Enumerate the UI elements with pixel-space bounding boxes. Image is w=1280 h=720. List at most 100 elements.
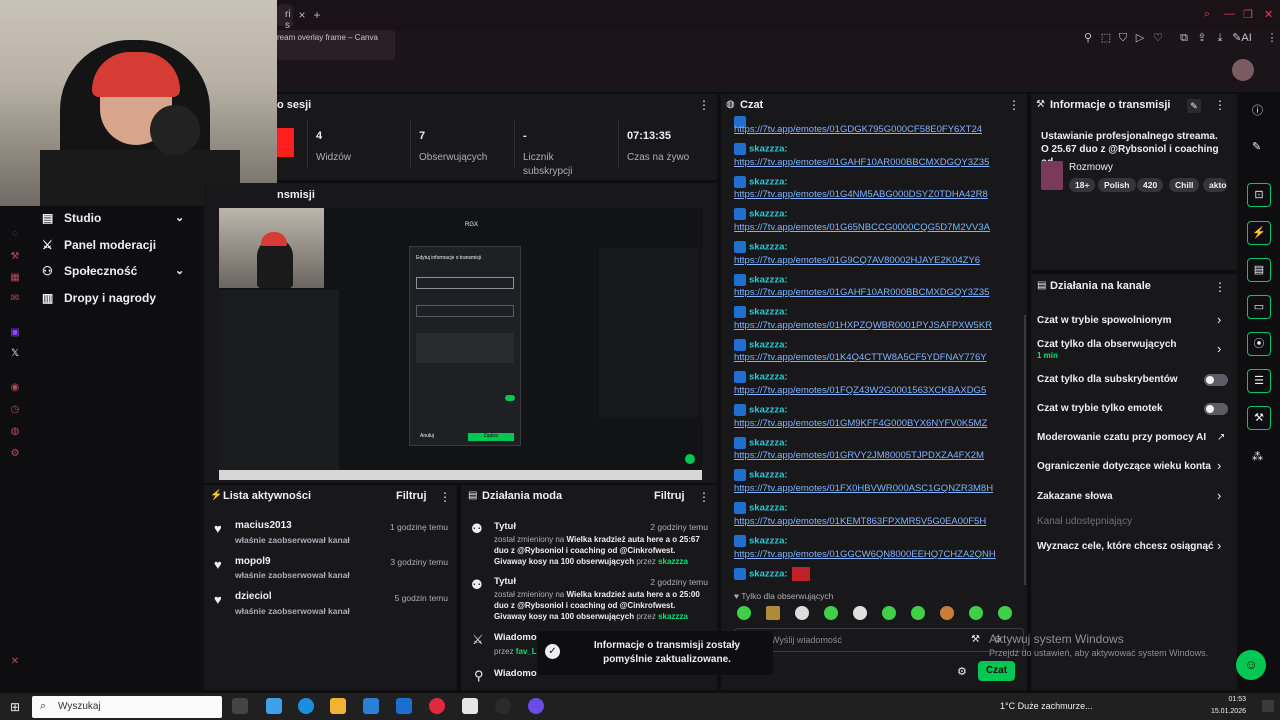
- chat-link[interactable]: https://7tv.app/emotes/01GAHF10AR000BBCM…: [734, 157, 989, 168]
- outlook-icon[interactable]: [396, 698, 412, 714]
- file-explorer-icon[interactable]: [330, 698, 346, 714]
- chat-link[interactable]: https://7tv.app/emotes/01KEMT863FPXMR5V5…: [734, 516, 986, 527]
- activity-menu-icon[interactable]: ⋮: [439, 490, 451, 504]
- emote-icon[interactable]: [737, 606, 751, 620]
- chat-username[interactable]: skazzza:: [749, 405, 788, 416]
- avatar[interactable]: [1232, 59, 1254, 81]
- activity-filter-button[interactable]: Filtruj: [396, 490, 427, 502]
- chat-input[interactable]: Wyślij wiadomość ⚒ ☺: [734, 628, 1024, 652]
- weather-widget[interactable]: 1°C Duże zachmurze...: [1000, 701, 1093, 711]
- emote-icon[interactable]: [940, 606, 954, 620]
- windows-start-icon[interactable]: ⊞: [10, 700, 20, 714]
- chevron-right-icon[interactable]: ›: [1217, 312, 1221, 327]
- edge-icon[interactable]: [298, 698, 314, 714]
- emote-icon[interactable]: [911, 606, 925, 620]
- chat-link[interactable]: https://7tv.app/emotes/01GGCW6QN8000EEHQ…: [734, 549, 996, 560]
- chat-send-button[interactable]: Czat: [978, 661, 1015, 681]
- mod-menu-icon[interactable]: ⋮: [698, 490, 710, 504]
- scan-icon[interactable]: ⊡: [1247, 183, 1271, 207]
- chat-menu-icon[interactable]: ⋮: [1008, 98, 1020, 112]
- banned-words-item[interactable]: Zakazane słowa: [1037, 491, 1113, 502]
- close-window-icon[interactable]: ✕: [1264, 8, 1273, 21]
- category-name[interactable]: Rozmowy: [1069, 162, 1113, 173]
- goals-item[interactable]: Wyznacz cele, które chcesz osiągnąć: [1037, 541, 1214, 552]
- tag-chip[interactable]: 420: [1137, 178, 1164, 192]
- info-icon[interactable]: ⓘ: [1252, 102, 1263, 118]
- activity-icon[interactable]: ◌: [9, 228, 21, 240]
- twitch-icon[interactable]: ▣: [9, 327, 21, 339]
- emote-icon[interactable]: [795, 606, 809, 620]
- taskbar-search[interactable]: ⌕ Wyszukaj: [32, 696, 222, 718]
- store-icon[interactable]: [363, 698, 379, 714]
- chevron-right-icon[interactable]: ›: [1217, 458, 1221, 473]
- external-link-icon[interactable]: ↗: [1217, 432, 1225, 443]
- stream-preview[interactable]: Edytuj informacje o transmisji Anuluj Za…: [219, 208, 702, 480]
- apps-icon[interactable]: ⁂: [1252, 450, 1263, 463]
- minimize-icon[interactable]: —: [1224, 8, 1235, 20]
- chat-link[interactable]: https://7tv.app/emotes/01G9CQ7AV80002HJA…: [734, 255, 980, 266]
- chat-bubble-icon[interactable]: ◍: [9, 426, 21, 438]
- tag-chip[interactable]: akto: [1203, 178, 1227, 192]
- pin-icon[interactable]: ⚲: [1080, 30, 1096, 46]
- emote-icon[interactable]: [766, 606, 780, 620]
- chat-link[interactable]: https://7tv.app/emotes/01FQZ43W2G0001563…: [734, 385, 986, 396]
- stream-info-menu-icon[interactable]: ⋮: [1214, 98, 1226, 112]
- followers-only-item[interactable]: Czat tylko dla obserwujących: [1037, 339, 1177, 350]
- tag-chip[interactable]: Chill: [1169, 178, 1200, 192]
- chat-username[interactable]: skazzza:: [749, 177, 788, 188]
- discord-icon[interactable]: [528, 698, 544, 714]
- copilot-icon[interactable]: [266, 698, 282, 714]
- chat-link[interactable]: https://7tv.app/emotes/01K4Q4CTTW8A5CF5Y…: [734, 352, 987, 363]
- chat-username[interactable]: skazzza:: [749, 569, 788, 580]
- chat-username[interactable]: skazzza:: [749, 144, 788, 155]
- chat-username[interactable]: skazzza:: [749, 209, 788, 220]
- account-age-item[interactable]: Ograniczenie dotyczące wieku konta: [1037, 461, 1211, 472]
- magic-icon[interactable]: ⚒: [971, 634, 980, 645]
- emote-icon[interactable]: [882, 606, 896, 620]
- bolt-icon[interactable]: ⚡: [1247, 221, 1271, 245]
- tools-icon[interactable]: ⚒: [9, 251, 21, 263]
- chat-link[interactable]: https://7tv.app/emotes/01G4NM5ABG000DSYZ…: [734, 189, 988, 200]
- emote-only-toggle[interactable]: [1204, 403, 1228, 415]
- chat-username[interactable]: skazzza:: [749, 470, 788, 481]
- chat-username[interactable]: skazzza:: [749, 536, 788, 547]
- chat-username[interactable]: skazzza:: [749, 340, 788, 351]
- chat-link[interactable]: https://7tv.app/emotes/01GM9KFF4G000BYX6…: [734, 418, 987, 429]
- emote-icon[interactable]: [969, 606, 983, 620]
- obs-icon[interactable]: [495, 698, 511, 714]
- chat-link[interactable]: https://7tv.app/emotes/01GAHF10AR000BBCM…: [734, 287, 989, 298]
- tag-chip[interactable]: 18+: [1069, 178, 1096, 192]
- session-menu-icon[interactable]: ⋮: [698, 98, 710, 112]
- chat-username[interactable]: skazzza:: [749, 503, 788, 514]
- activity-name[interactable]: mopol9: [235, 556, 271, 567]
- chat-username[interactable]: skazzza:: [749, 275, 788, 286]
- stack-icon[interactable]: ☰: [1247, 369, 1271, 393]
- emote-icon[interactable]: [998, 606, 1012, 620]
- clock-time[interactable]: 01:53: [1212, 696, 1246, 703]
- chat-username[interactable]: skazzza:: [749, 438, 788, 449]
- mod-item-user[interactable]: skazzza: [658, 557, 688, 566]
- channel-actions-menu-icon[interactable]: ⋮: [1214, 280, 1226, 294]
- chat-settings-icon[interactable]: ⚙: [957, 665, 967, 678]
- search-icon[interactable]: ⌕: [1204, 8, 1210, 21]
- edit-icon[interactable]: ✎: [1187, 99, 1201, 113]
- chevron-right-icon[interactable]: ›: [1217, 538, 1221, 553]
- activity-name[interactable]: dzieciol: [235, 591, 272, 602]
- screenshot-icon[interactable]: ⬚: [1098, 30, 1114, 46]
- maximize-icon[interactable]: ❐: [1243, 8, 1253, 21]
- extensions-icon[interactable]: ⧉: [1176, 30, 1192, 46]
- wrench-icon[interactable]: ⚒: [1247, 406, 1271, 430]
- ai-moderation-item[interactable]: Moderowanie czatu przy pomocy AI: [1037, 432, 1206, 443]
- close-tab-icon[interactable]: ×: [294, 7, 310, 23]
- mail-icon[interactable]: ✉: [9, 293, 21, 305]
- mod-item-user[interactable]: fav_L: [516, 647, 537, 656]
- shield-icon[interactable]: ⛉: [1115, 30, 1131, 46]
- slow-mode-item[interactable]: Czat w trybie spowolnionym: [1037, 315, 1171, 326]
- chevron-right-icon[interactable]: ›: [1217, 488, 1221, 503]
- play-icon[interactable]: ▷: [1132, 30, 1148, 46]
- clock-icon[interactable]: ◷: [9, 404, 21, 416]
- clock-date[interactable]: 15.01.2026: [1204, 708, 1246, 715]
- emote-icon[interactable]: [824, 606, 838, 620]
- chat-link[interactable]: https://7tv.app/emotes/01HXPZQWBR0001PYJ…: [734, 320, 992, 331]
- settings-icon[interactable]: ⚙: [9, 448, 21, 460]
